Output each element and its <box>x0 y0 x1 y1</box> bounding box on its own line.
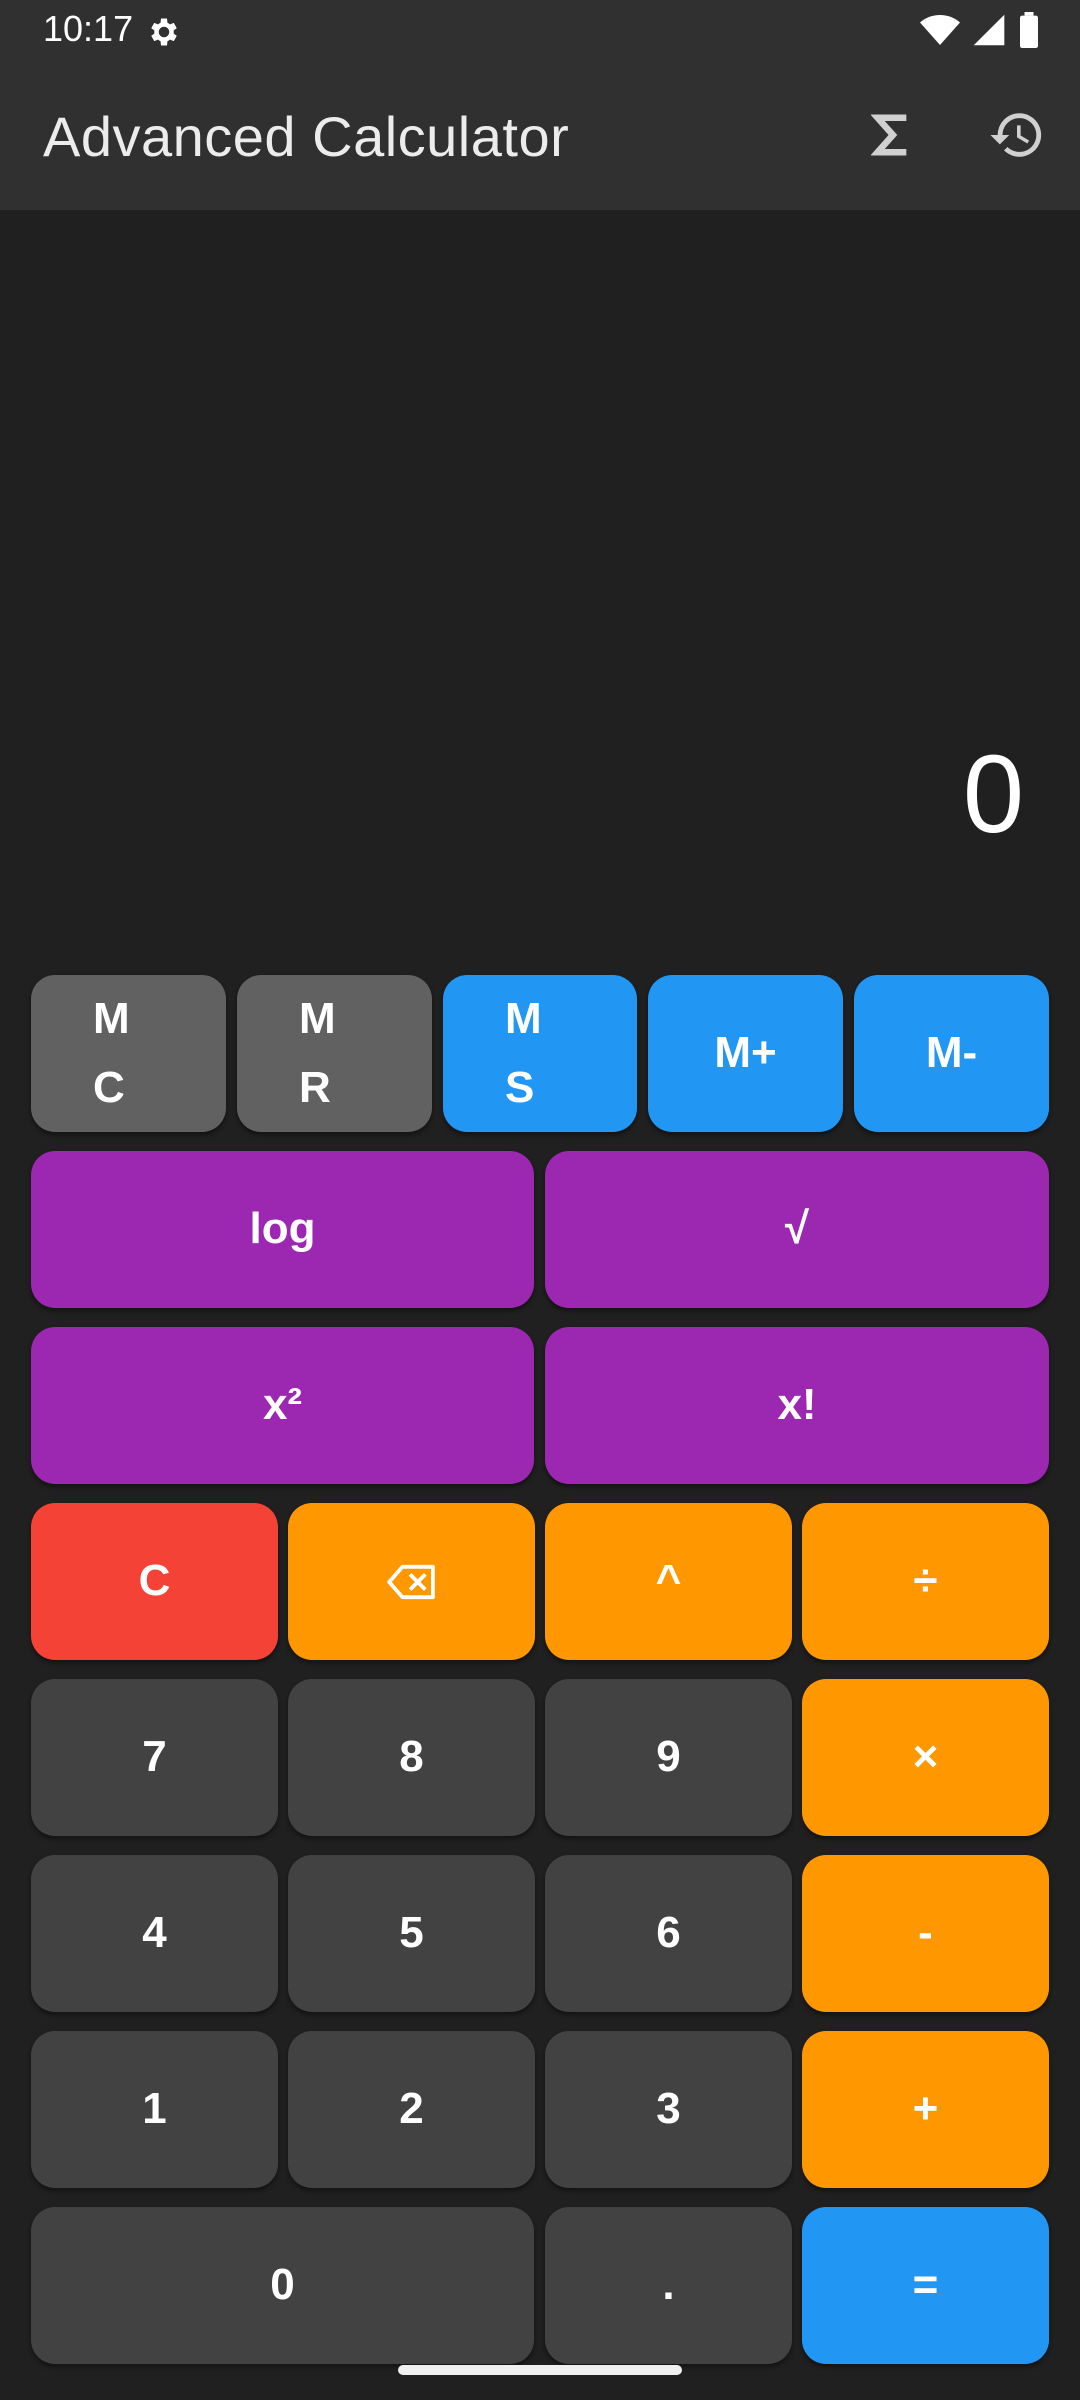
memory-subtract-button[interactable]: M- <box>854 975 1049 1132</box>
signal-icon <box>973 14 1005 46</box>
status-icons <box>920 12 1040 48</box>
digit-4-button[interactable]: 4 <box>31 1855 278 2012</box>
equals-button[interactable]: = <box>802 2207 1049 2364</box>
digit-0-button[interactable]: 0 <box>31 2207 534 2364</box>
history-icon <box>990 113 1042 157</box>
digit-1-button[interactable]: 1 <box>31 2031 278 2188</box>
power-button[interactable]: ^ <box>545 1503 792 1660</box>
digit-6-button[interactable]: 6 <box>545 1855 792 2012</box>
wifi-icon <box>920 15 960 45</box>
minus-button[interactable]: - <box>802 1855 1049 2012</box>
memory-recall-button[interactable]: M R <box>237 975 432 1132</box>
gear-icon <box>151 18 177 46</box>
statistics-button[interactable] <box>856 100 926 170</box>
status-time: 10:17 <box>43 8 134 49</box>
multiply-button[interactable]: × <box>802 1679 1049 1836</box>
digit-5-button[interactable]: 5 <box>288 1855 535 2012</box>
result-display: 0 <box>0 210 1080 965</box>
memory-add-button[interactable]: M+ <box>648 975 843 1132</box>
display-value: 0 <box>962 733 1024 856</box>
status-bar: 10:17 <box>0 0 1080 62</box>
backspace-icon <box>386 1564 435 1599</box>
app-title: Advanced Calculator <box>43 105 570 168</box>
home-indicator[interactable] <box>398 2365 682 2375</box>
decimal-button[interactable]: . <box>545 2207 792 2364</box>
square-root-button[interactable]: √ <box>545 1151 1049 1308</box>
battery-icon <box>1020 12 1038 48</box>
sigma-icon <box>871 114 907 156</box>
divide-button[interactable]: ÷ <box>802 1503 1049 1660</box>
clear-button[interactable]: C <box>31 1503 278 1660</box>
digit-7-button[interactable]: 7 <box>31 1679 278 1836</box>
square-button[interactable]: x² <box>31 1327 534 1484</box>
history-button[interactable] <box>982 100 1052 170</box>
backspace-button[interactable] <box>288 1503 535 1660</box>
app-bar: Advanced Calculator <box>0 62 1080 210</box>
digit-3-button[interactable]: 3 <box>545 2031 792 2188</box>
digit-2-button[interactable]: 2 <box>288 2031 535 2188</box>
factorial-button[interactable]: x! <box>545 1327 1049 1484</box>
plus-button[interactable]: + <box>802 2031 1049 2188</box>
memory-clear-button[interactable]: M C <box>31 975 226 1132</box>
log-button[interactable]: log <box>31 1151 534 1308</box>
digit-9-button[interactable]: 9 <box>545 1679 792 1836</box>
digit-8-button[interactable]: 8 <box>288 1679 535 1836</box>
memory-store-button[interactable]: M S <box>443 975 637 1132</box>
